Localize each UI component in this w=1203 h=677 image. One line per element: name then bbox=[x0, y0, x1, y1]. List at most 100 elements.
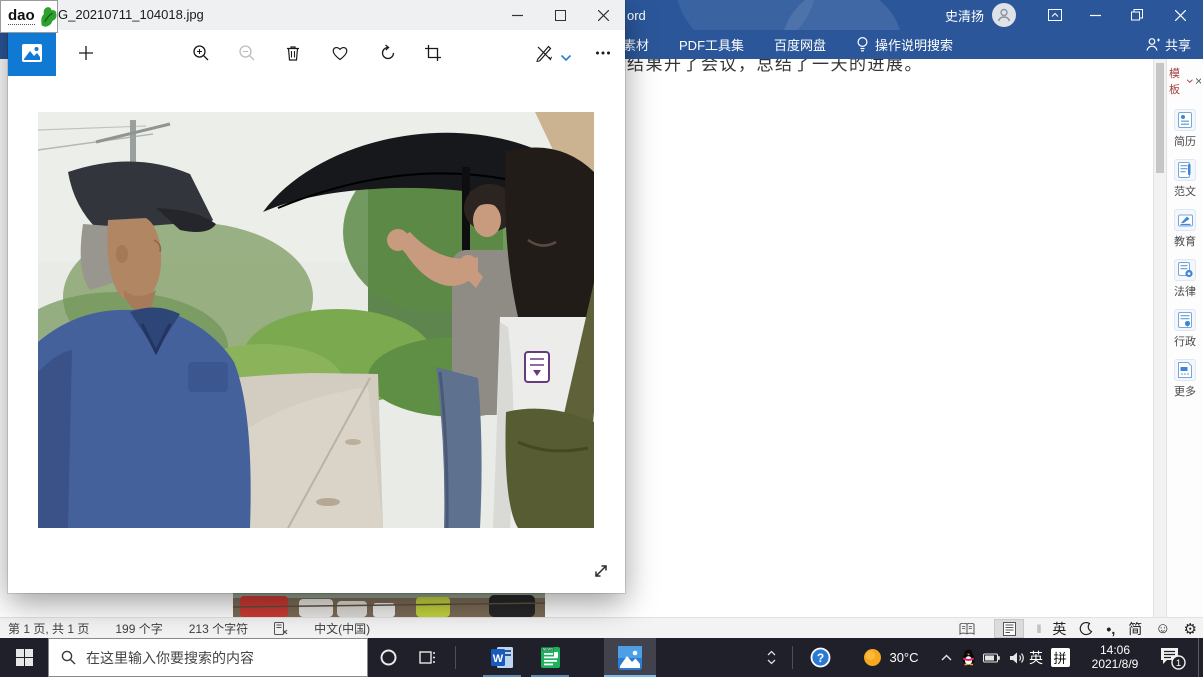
taskbar: W NEWS ? 30°C bbox=[0, 638, 1203, 677]
svg-text:W: W bbox=[492, 653, 503, 665]
dao-label: dao bbox=[8, 8, 35, 26]
proofing-error-icon[interactable] bbox=[274, 622, 288, 635]
read-mode-button[interactable] bbox=[952, 619, 982, 638]
word-restore-button[interactable] bbox=[1116, 0, 1157, 30]
photos-close-button[interactable] bbox=[582, 0, 625, 30]
taskbar-search-box[interactable] bbox=[48, 638, 368, 677]
word-count[interactable]: 199 个字 bbox=[115, 620, 162, 637]
photos-maximize-button[interactable] bbox=[539, 0, 582, 30]
word-status-bar: 第 1 页, 共 1 页 199 个字 213 个字符 中文(中国) ‖ 英 •… bbox=[0, 617, 1203, 638]
sidebar-item-sample-docs[interactable]: 范文 bbox=[1174, 159, 1196, 199]
ime-drag-handle[interactable]: ‖ bbox=[1036, 622, 1039, 636]
ime-settings-gear-icon[interactable]: ⚙ bbox=[1184, 620, 1197, 638]
word-app-icon: W bbox=[490, 645, 515, 670]
tray-ime-mode[interactable]: 拼 bbox=[1048, 638, 1072, 677]
search-icon bbox=[61, 650, 76, 665]
add-to-album-icon[interactable] bbox=[77, 44, 95, 62]
word-user-name[interactable]: 史清扬 bbox=[945, 6, 984, 25]
tell-me-search[interactable]: 操作说明搜索 bbox=[856, 35, 953, 54]
ime-emoji-button[interactable]: ☺ bbox=[1155, 620, 1170, 637]
show-hidden-icons-chevron[interactable] bbox=[936, 638, 956, 677]
zoom-out-icon[interactable] bbox=[238, 44, 256, 62]
word-close-button[interactable] bbox=[1157, 0, 1203, 30]
chevron-down-icon[interactable] bbox=[1187, 78, 1192, 84]
scrollbar-thumb[interactable] bbox=[1156, 63, 1164, 173]
template-sidebar: 模板 简历 范文 教育 法律 bbox=[1166, 59, 1203, 617]
document-embedded-photo[interactable] bbox=[233, 593, 545, 617]
taskbar-word-button[interactable]: W bbox=[478, 638, 526, 677]
delete-icon[interactable] bbox=[284, 44, 302, 62]
sample-doc-icon bbox=[1174, 159, 1196, 181]
clock-time: 14:06 bbox=[1085, 643, 1145, 657]
cortana-button[interactable] bbox=[372, 638, 404, 677]
education-doc-icon bbox=[1174, 209, 1196, 231]
tab-baidu-netdisk[interactable]: 百度网盘 bbox=[774, 35, 826, 54]
search-input[interactable] bbox=[86, 650, 336, 666]
photos-minimize-button[interactable] bbox=[496, 0, 539, 30]
sidebar-item-education[interactable]: 教育 bbox=[1174, 209, 1196, 249]
resume-doc-icon bbox=[1174, 109, 1196, 131]
photos-app-logo-icon[interactable] bbox=[8, 30, 56, 76]
ime-charset-toggle[interactable]: 简 bbox=[1128, 619, 1142, 639]
lightbulb-icon bbox=[856, 36, 869, 53]
crop-icon[interactable] bbox=[424, 44, 442, 62]
photos-app-icon bbox=[617, 645, 643, 671]
taskbar-photos-button[interactable] bbox=[604, 638, 656, 677]
action-center-button[interactable]: 1 bbox=[1152, 638, 1192, 677]
ime-fullwidth-moon-icon[interactable] bbox=[1079, 622, 1093, 636]
photo-image[interactable] bbox=[38, 112, 594, 528]
show-desktop-strip[interactable] bbox=[1198, 638, 1203, 677]
dao-green-logo-icon bbox=[39, 6, 57, 28]
help-tray-icon[interactable]: ? bbox=[806, 638, 834, 677]
photos-titlebar[interactable]: G_20210711_104018.jpg bbox=[8, 0, 625, 30]
tray-separator bbox=[792, 646, 793, 669]
taskbar-clock[interactable]: 14:06 2021/8/9 bbox=[1085, 643, 1145, 671]
share-button[interactable]: 共享 bbox=[1146, 30, 1191, 59]
clock-date: 2021/8/9 bbox=[1085, 657, 1145, 671]
share-person-icon bbox=[1146, 37, 1160, 52]
favorite-heart-icon[interactable] bbox=[331, 44, 349, 62]
ime-language-toggle[interactable]: 英 bbox=[1052, 619, 1066, 639]
tray-ime-language[interactable]: 英 bbox=[1026, 638, 1046, 677]
ribbon-display-options-button[interactable] bbox=[1034, 0, 1075, 30]
dao-floating-badge[interactable]: dao bbox=[0, 0, 58, 33]
ime-punctuation-toggle[interactable]: •, bbox=[1106, 621, 1115, 637]
zoom-in-icon[interactable] bbox=[192, 44, 210, 62]
task-view-button[interactable] bbox=[410, 638, 444, 677]
word-minimize-button[interactable] bbox=[1075, 0, 1116, 30]
notification-badge: 1 bbox=[1175, 658, 1180, 669]
taskbar-separator bbox=[455, 646, 456, 669]
sidebar-item-resume[interactable]: 简历 bbox=[1174, 109, 1196, 149]
document-vertical-scrollbar[interactable] bbox=[1153, 59, 1166, 617]
taskbar-scroll-chevrons[interactable] bbox=[760, 638, 782, 677]
start-button[interactable] bbox=[0, 638, 48, 677]
close-panel-icon[interactable] bbox=[1196, 77, 1201, 85]
qq-penguin-tray-icon[interactable] bbox=[958, 638, 978, 677]
rotate-icon[interactable] bbox=[379, 44, 397, 62]
language-indicator[interactable]: 中文(中国) bbox=[314, 620, 370, 637]
person-icon bbox=[996, 7, 1012, 23]
print-layout-button[interactable] bbox=[994, 619, 1024, 638]
taskbar-news-button[interactable]: NEWS bbox=[526, 638, 574, 677]
photos-content-area bbox=[8, 76, 625, 593]
photos-window: G_20210711_104018.jpg bbox=[8, 0, 625, 593]
battery-tray-icon[interactable] bbox=[980, 638, 1002, 677]
edit-create-icon[interactable] bbox=[535, 44, 553, 62]
edit-dropdown-chevron-icon[interactable] bbox=[560, 49, 572, 67]
user-avatar[interactable] bbox=[992, 3, 1016, 27]
news-app-icon: NEWS bbox=[538, 645, 563, 670]
photos-window-title: G_20210711_104018.jpg bbox=[58, 7, 204, 22]
sidebar-item-more[interactable]: 更多 bbox=[1174, 359, 1196, 399]
tab-pdf-tools[interactable]: PDF工具集 bbox=[679, 35, 744, 54]
sidebar-item-law[interactable]: 法律 bbox=[1174, 259, 1196, 299]
ime-toolbar: ‖ 英 •, 简 ☺ ⚙ bbox=[1036, 619, 1197, 639]
expand-fullscreen-icon[interactable] bbox=[592, 562, 610, 580]
see-more-icon[interactable] bbox=[594, 44, 612, 62]
weather-temperature[interactable]: 30°C bbox=[884, 638, 924, 677]
weather-sun-icon[interactable] bbox=[860, 638, 884, 677]
document-text: 结果开了会议，总结了一天的进展。 bbox=[627, 59, 923, 75]
char-count[interactable]: 213 个字符 bbox=[189, 620, 248, 637]
sidebar-item-administrative[interactable]: 行政 bbox=[1174, 309, 1196, 349]
photos-toolbar bbox=[8, 30, 625, 76]
page-indicator[interactable]: 第 1 页, 共 1 页 bbox=[8, 620, 89, 637]
